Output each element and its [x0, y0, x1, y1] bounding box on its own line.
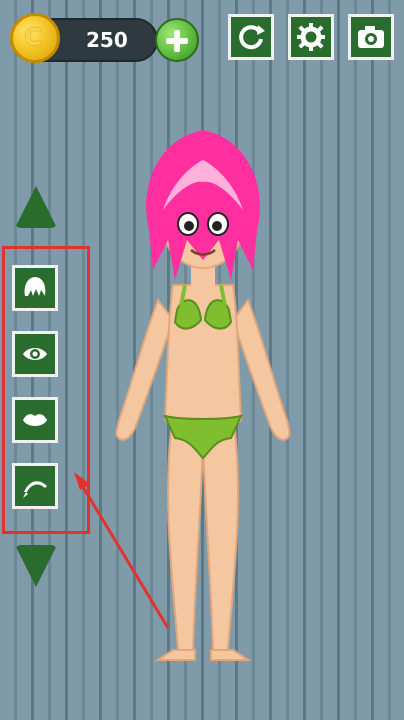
doll-figure — [115, 130, 291, 661]
